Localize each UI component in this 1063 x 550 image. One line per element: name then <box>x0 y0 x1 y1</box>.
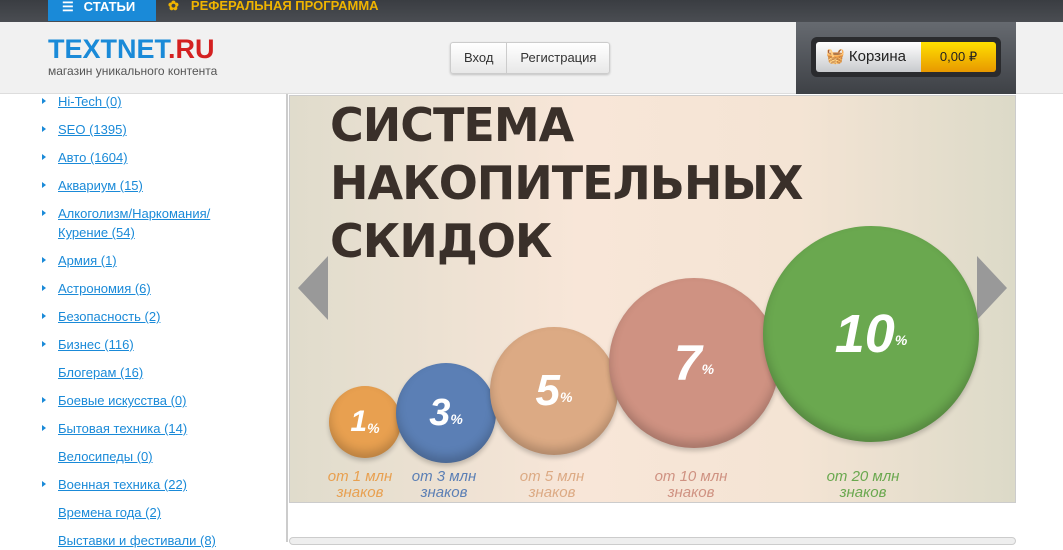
cart-total: 0,00 ₽ <box>921 42 996 72</box>
next-arrow-icon[interactable] <box>977 256 1007 320</box>
category-link[interactable]: Военная техника (22) <box>42 475 238 494</box>
category-sidebar: Hi-Tech (0) SEO (1395) Авто (1604) Аквар… <box>0 92 288 548</box>
category-link[interactable]: Времена года (2) <box>58 503 238 522</box>
login-button[interactable]: Вход <box>451 43 506 73</box>
discount-label: от 20 млн знаков <box>826 468 900 501</box>
category-link[interactable]: Армия (1) <box>42 251 238 270</box>
category-link[interactable]: Бизнес (116) <box>42 335 238 354</box>
discount-label: от 3 млн знаков <box>411 468 477 501</box>
category-link[interactable]: Безопасность (2) <box>42 307 238 326</box>
discount-circle: 3% <box>396 363 496 463</box>
cart-button[interactable]: 🧺 Корзина 0,00 ₽ <box>811 37 1001 77</box>
nav-referral[interactable]: ✿ РЕФЕРАЛЬНАЯ ПРОГРАММА <box>168 0 379 20</box>
top-nav: ☰ СТАТЬИ ✿ РЕФЕРАЛЬНАЯ ПРОГРАММА <box>0 0 1063 22</box>
discount-label: от 5 млн знаков <box>519 468 585 501</box>
discount-banner[interactable]: СИСТЕМА НАКОПИТЕЛЬНЫХ СКИДОК 1% 3% 5% 7%… <box>289 95 1016 503</box>
tagline: магазин уникального контента <box>48 64 218 78</box>
category-link[interactable]: Выставки и фестивали (8) <box>58 531 238 550</box>
discount-circle: 10% <box>763 226 979 442</box>
category-link[interactable]: Астрономия (6) <box>42 279 238 298</box>
content-box-edge <box>289 537 1016 545</box>
menu-icon: ☰ <box>62 0 74 14</box>
discount-circle: 7% <box>609 278 779 448</box>
logo[interactable]: TEXTNET.RU <box>48 34 215 65</box>
people-icon: ✿ <box>168 0 179 13</box>
auth-buttons: Вход Регистрация <box>450 42 611 74</box>
category-link[interactable]: SEO (1395) <box>42 120 238 139</box>
category-link[interactable]: Боевые искусства (0) <box>42 391 238 410</box>
basket-icon: 🧺 <box>826 48 845 65</box>
category-link[interactable]: Аквариум (15) <box>42 176 238 195</box>
discount-circle: 1% <box>329 386 401 458</box>
category-link[interactable]: Авто (1604) <box>42 148 238 167</box>
category-link[interactable]: Алкоголизм/Наркомания/ Курение (54) <box>42 204 233 242</box>
category-link[interactable]: Бытовая техника (14) <box>42 419 238 438</box>
discount-label: от 10 млн знаков <box>654 468 728 501</box>
category-link[interactable]: Блогерам (16) <box>58 363 238 382</box>
discount-circle: 5% <box>490 327 618 455</box>
nav-articles[interactable]: ☰ СТАТЬИ <box>48 0 156 21</box>
register-button[interactable]: Регистрация <box>506 43 609 73</box>
prev-arrow-icon[interactable] <box>298 256 328 320</box>
category-link[interactable]: Hi-Tech (0) <box>42 92 238 111</box>
cart-panel: 🧺 Корзина 0,00 ₽ <box>796 22 1016 94</box>
category-link[interactable]: Велосипеды (0) <box>58 447 238 466</box>
